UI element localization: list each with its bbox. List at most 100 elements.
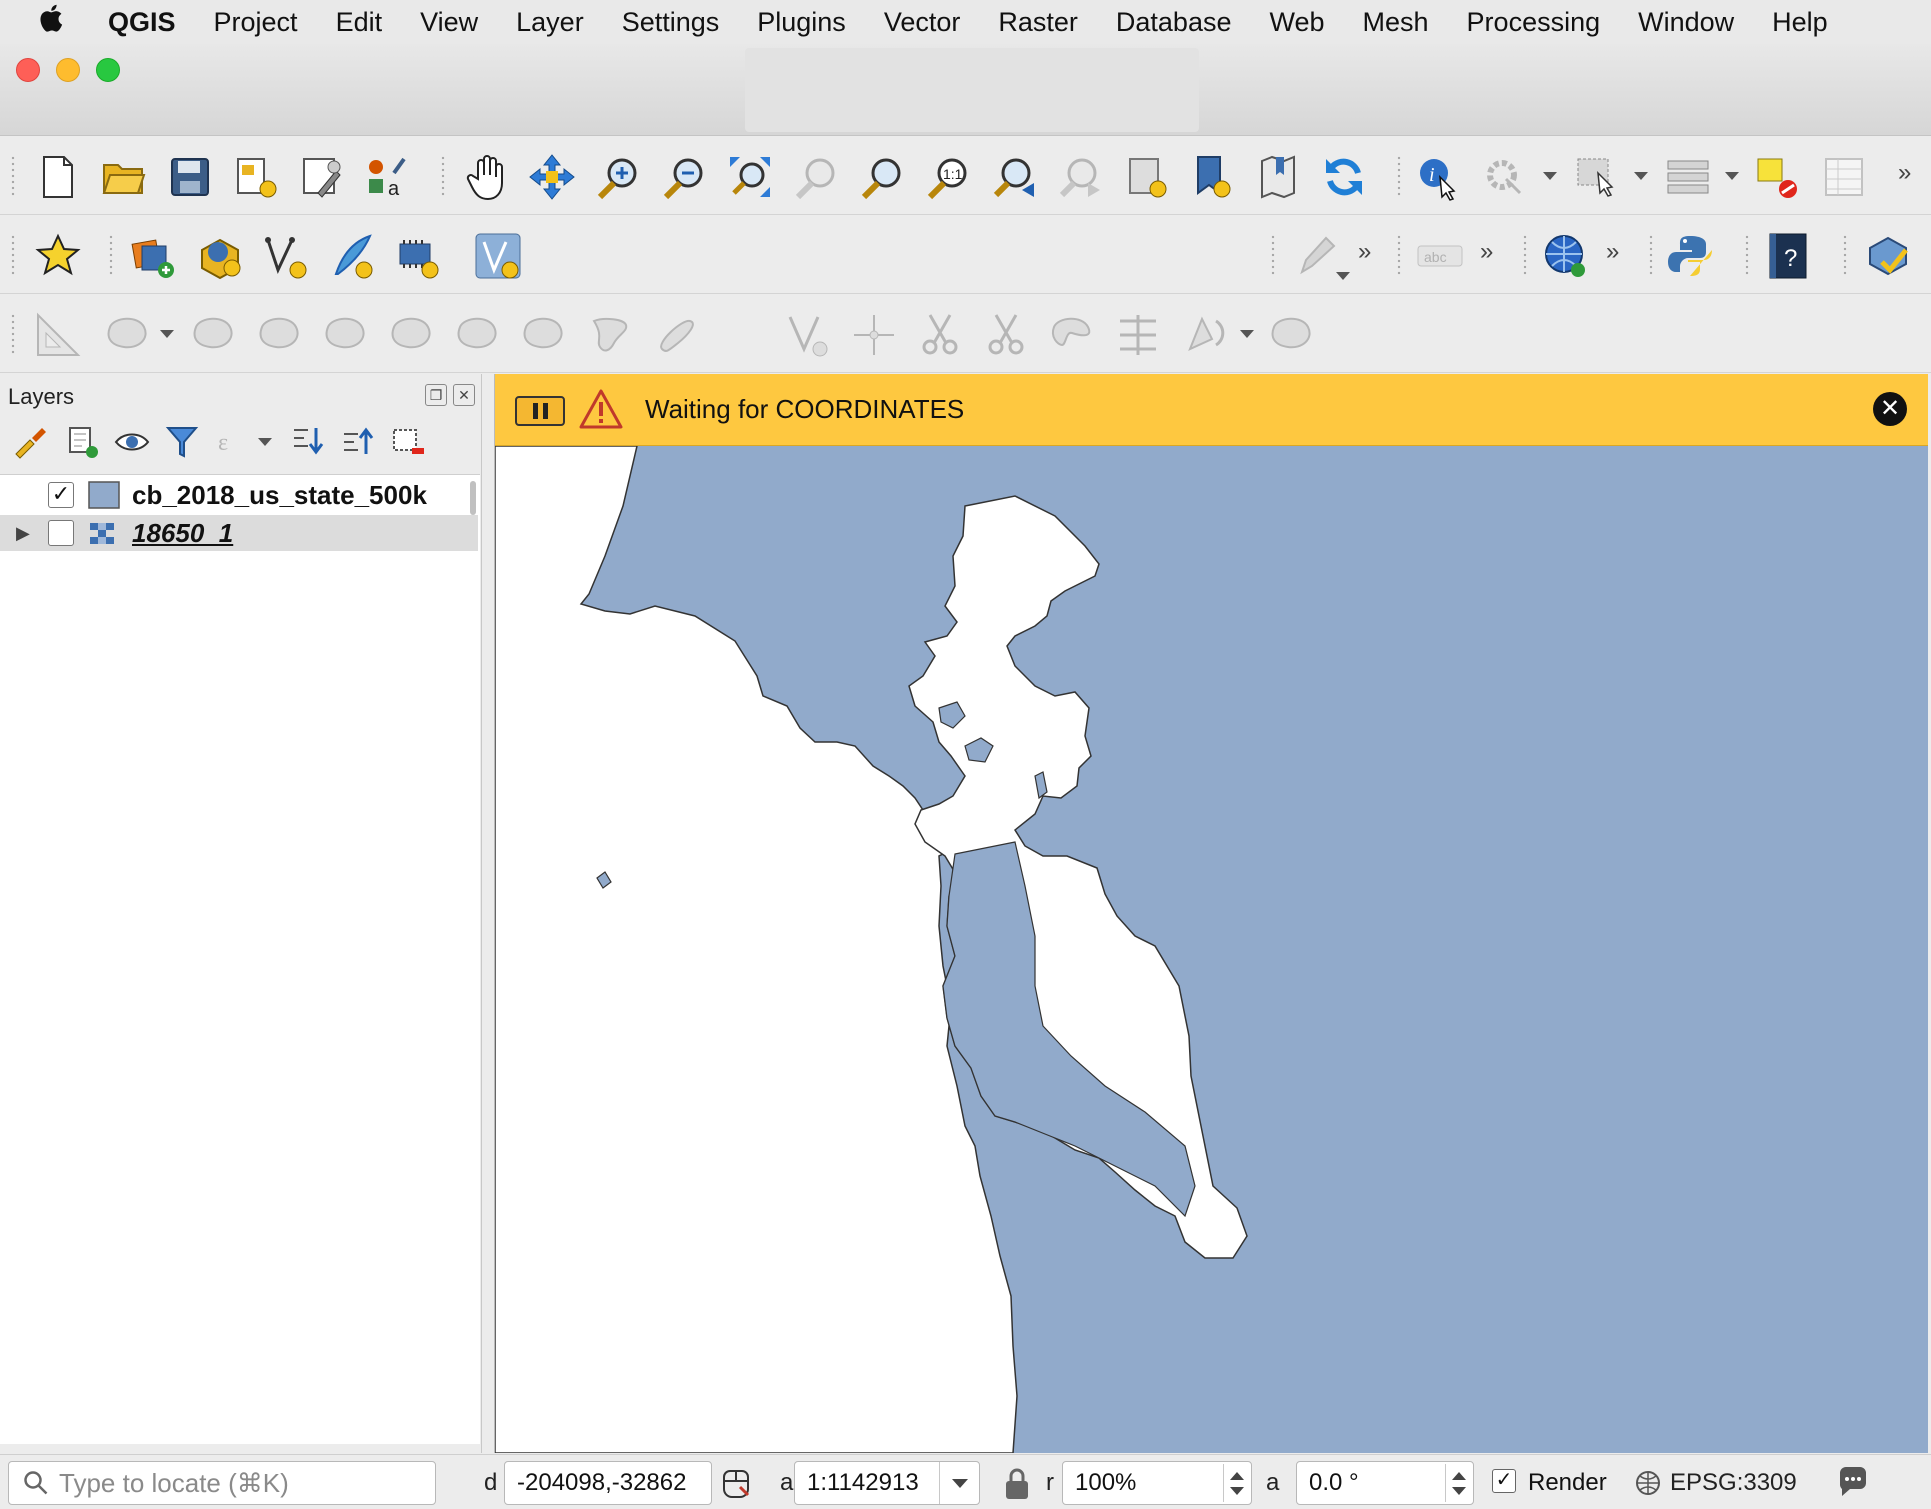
- filter-expression-dropdown[interactable]: [258, 438, 272, 446]
- rotate-icon[interactable]: [782, 309, 834, 361]
- add-raster-icon[interactable]: [392, 230, 444, 282]
- align-icon[interactable]: [1112, 309, 1164, 361]
- crs-button[interactable]: EPSG:3309: [1670, 1469, 1797, 1497]
- zoom-native-icon[interactable]: 1:1: [922, 151, 974, 203]
- layer-item[interactable]: ✓ cb_2018_us_state_500k: [0, 477, 478, 515]
- reshape-features-icon[interactable]: [1046, 309, 1098, 361]
- menu-settings[interactable]: Settings: [622, 7, 720, 38]
- rotate-dropdown[interactable]: [1240, 330, 1254, 338]
- crs-globe-icon[interactable]: [1634, 1469, 1662, 1497]
- menu-help[interactable]: Help: [1772, 7, 1828, 38]
- close-window-button[interactable]: [16, 58, 40, 82]
- map-canvas[interactable]: Waiting for COORDINATES ✕: [494, 374, 1928, 1453]
- attribute-toolbar-dropdown[interactable]: [1725, 172, 1739, 180]
- toolbar-grip[interactable]: [440, 155, 446, 197]
- minimize-window-button[interactable]: [56, 58, 80, 82]
- toolbar-grip[interactable]: [1270, 234, 1276, 276]
- collapse-all-icon[interactable]: [340, 424, 376, 460]
- layer-visibility-checkbox[interactable]: ✓: [48, 482, 74, 508]
- trim-extend-icon[interactable]: [914, 309, 966, 361]
- add-vector-icon[interactable]: [260, 230, 312, 282]
- pause-button[interactable]: [515, 396, 565, 426]
- select-features-icon[interactable]: [1572, 151, 1624, 203]
- expand-all-icon[interactable]: [290, 424, 326, 460]
- split-parts-icon[interactable]: [584, 309, 636, 361]
- apple-menu-icon[interactable]: [38, 2, 74, 42]
- manage-visibility-icon[interactable]: [114, 424, 150, 460]
- menu-processing[interactable]: Processing: [1467, 7, 1601, 38]
- add-wms-icon[interactable]: [194, 230, 246, 282]
- toolbar-grip[interactable]: [1522, 234, 1528, 276]
- reshape-icon[interactable]: [386, 309, 438, 361]
- menu-view[interactable]: View: [420, 7, 478, 38]
- qms-plugin-icon[interactable]: [32, 230, 84, 282]
- open-project-icon[interactable]: [98, 151, 150, 203]
- toolbar-grip[interactable]: [1842, 234, 1848, 276]
- filter-expression-icon[interactable]: ε: [214, 424, 250, 460]
- layer-visibility-checkbox[interactable]: [48, 520, 74, 546]
- add-ring-dropdown[interactable]: [160, 330, 174, 338]
- help-icon[interactable]: ?: [1762, 230, 1814, 282]
- identify-icon[interactable]: i: [1412, 151, 1464, 203]
- toolbar-grip[interactable]: [10, 313, 16, 355]
- refresh-icon[interactable]: [1318, 151, 1370, 203]
- split-features-icon[interactable]: [518, 309, 570, 361]
- expand-arrow-icon[interactable]: ▶: [16, 523, 30, 544]
- simplify-icon[interactable]: [848, 309, 900, 361]
- scale-dropdown-icon[interactable]: [939, 1462, 979, 1504]
- toolbar-grip[interactable]: [1396, 155, 1402, 197]
- zoom-out-icon[interactable]: [658, 151, 710, 203]
- processing-check-icon[interactable]: [1862, 230, 1914, 282]
- add-ring-icon[interactable]: [102, 309, 154, 361]
- add-group-icon[interactable]: [64, 424, 100, 460]
- save-project-icon[interactable]: [164, 151, 216, 203]
- pan-icon[interactable]: [460, 151, 512, 203]
- new-project-icon[interactable]: [32, 151, 84, 203]
- float-panel-icon[interactable]: ❐: [425, 384, 447, 406]
- new-map-view-icon[interactable]: [1120, 151, 1172, 203]
- render-checkbox[interactable]: ✓: [1492, 1469, 1516, 1493]
- remove-layer-icon[interactable]: [390, 424, 426, 460]
- pencil-icon[interactable]: [1290, 230, 1342, 282]
- select-features-dropdown[interactable]: [1634, 172, 1648, 180]
- filter-legend-icon[interactable]: [164, 424, 200, 460]
- toolbar-grip[interactable]: [108, 234, 114, 276]
- toolbar-grip[interactable]: [10, 155, 16, 197]
- zoom-window-button[interactable]: [96, 58, 120, 82]
- run-action-icon[interactable]: [1478, 151, 1530, 203]
- rotation-spinbox[interactable]: 0.0 °: [1296, 1461, 1474, 1505]
- app-menu[interactable]: QGIS: [108, 7, 176, 38]
- deselect-icon[interactable]: [1752, 151, 1804, 203]
- lock-scale-icon[interactable]: [1002, 1467, 1032, 1501]
- zoom-to-selection-icon[interactable]: [790, 151, 842, 203]
- offset-curve-icon[interactable]: [452, 309, 504, 361]
- label-abc-icon[interactable]: abc: [1414, 230, 1466, 282]
- show-bookmarks-icon[interactable]: [1252, 151, 1304, 203]
- layer-item[interactable]: ▶ 18650_1: [0, 515, 478, 551]
- zoom-full-icon[interactable]: [724, 151, 776, 203]
- menu-web[interactable]: Web: [1269, 7, 1324, 38]
- vertex-editor-icon[interactable]: [1266, 309, 1318, 361]
- locator-input[interactable]: [59, 1467, 419, 1499]
- zoom-to-layer-icon[interactable]: [856, 151, 908, 203]
- style-brush-icon[interactable]: [12, 424, 48, 460]
- menu-vector[interactable]: Vector: [884, 7, 961, 38]
- layout-manager-icon[interactable]: [230, 151, 282, 203]
- locator-bar[interactable]: [8, 1461, 436, 1505]
- run-action-dropdown[interactable]: [1543, 172, 1557, 180]
- magnifier-spinbox[interactable]: 100%: [1062, 1461, 1252, 1505]
- python-icon[interactable]: [1664, 230, 1716, 282]
- toolbar-grip[interactable]: [1648, 234, 1654, 276]
- menu-layer[interactable]: Layer: [516, 7, 584, 38]
- style-manager-icon[interactable]: [296, 151, 348, 203]
- delete-ring-icon[interactable]: [254, 309, 306, 361]
- add-feature-icon[interactable]: [326, 230, 378, 282]
- fill-ring-icon[interactable]: [188, 309, 240, 361]
- toolbar-overflow-icon[interactable]: »: [1606, 238, 1619, 266]
- mouse-coordinate-toggle-icon[interactable]: [720, 1467, 752, 1499]
- layer-tree-scrollbar[interactable]: [470, 481, 476, 515]
- toolbar-grip[interactable]: [1396, 234, 1402, 276]
- toolbar-overflow-icon[interactable]: »: [1358, 238, 1371, 266]
- close-panel-icon[interactable]: ✕: [453, 384, 475, 406]
- scissors-icon[interactable]: [980, 309, 1032, 361]
